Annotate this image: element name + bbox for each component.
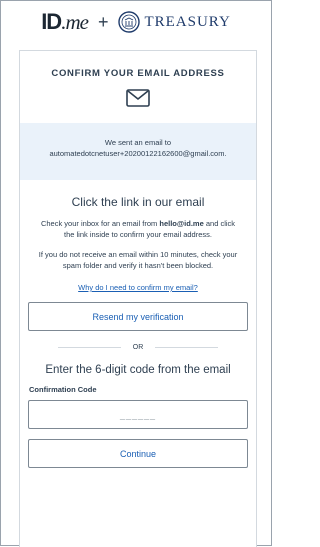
resend-verification-button[interactable]: Resend my verification — [28, 302, 248, 331]
continue-button[interactable]: Continue — [28, 439, 248, 468]
spam-note: If you do not receive an email within 10… — [38, 250, 238, 270]
click-link-heading: Click the link in our email — [71, 195, 205, 209]
idme-logo-id: ID — [41, 9, 62, 34]
why-confirm-link[interactable]: Why do I need to confirm my email? — [20, 283, 256, 292]
sender-address: hello@id.me — [159, 219, 204, 228]
page-title: CONFIRM YOUR EMAIL ADDRESS — [51, 68, 225, 79]
header: ID.me + TREASURY — [1, 1, 271, 43]
confirmation-code-label: Confirmation Code — [29, 385, 97, 394]
confirmation-code-input[interactable] — [28, 400, 248, 429]
code-heading: Enter the 6-digit code from the email — [45, 364, 231, 376]
treasury-logo: TREASURY — [118, 11, 230, 33]
inbox-instructions: Check your inbox for an email from hello… — [38, 218, 238, 240]
email-sent-prefix: We sent an email to — [104, 138, 172, 147]
envelope-icon — [126, 89, 150, 107]
idme-logo: ID.me — [41, 9, 89, 35]
or-divider: OR — [58, 344, 218, 351]
divider-line-right — [155, 347, 218, 348]
or-label: OR — [132, 344, 144, 351]
confirm-email-card: CONFIRM YOUR EMAIL ADDRESS We sent an em… — [19, 50, 257, 547]
email-sent-notice: We sent an email to automatedotcnetuser+… — [20, 123, 256, 180]
inbox-instructions-start: Check your inbox for an email from — [40, 219, 160, 228]
treasury-wordmark: TREASURY — [144, 13, 231, 30]
idme-logo-me: .me — [61, 10, 89, 34]
browser-frame: ID.me + TREASURY CONFIRM YOUR EMAIL ADDR… — [0, 0, 272, 547]
divider-line-left — [58, 347, 121, 348]
email-sent-address: automatedotcnetuser+20200122162600@gmail… — [49, 149, 227, 158]
plus-sign: + — [97, 11, 109, 32]
treasury-seal-icon — [118, 11, 141, 33]
